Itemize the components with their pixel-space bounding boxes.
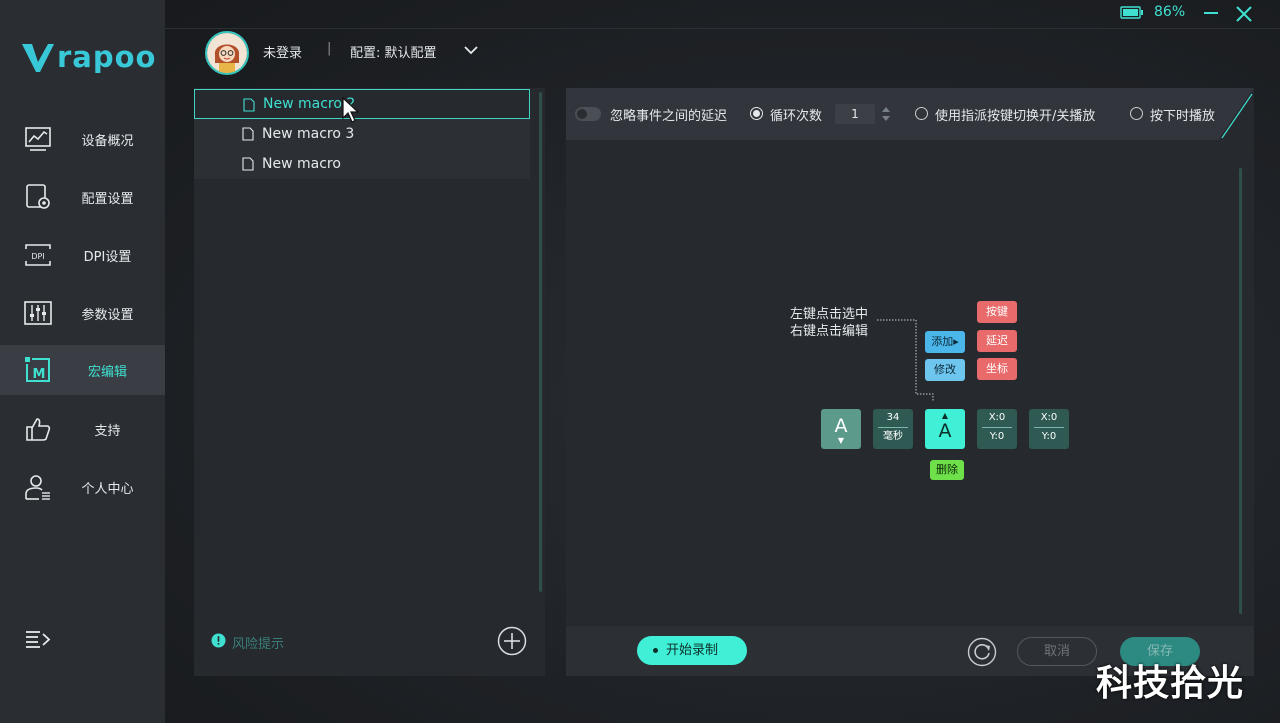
sidebar-item-label: 支持 <box>94 423 121 439</box>
sidebar-item-label: 配置设置 <box>81 191 134 207</box>
toolbar-corner-decoration <box>1218 88 1254 140</box>
toggle-key-radio[interactable] <box>915 107 928 120</box>
cancel-button[interactable]: 取消 <box>1017 637 1097 666</box>
sidebar: rapoo 设备概况 配置设置 DPI DPI设置 参数设置 M 宏编辑 支持 … <box>0 0 165 723</box>
start-recording-button[interactable]: 开始录制 <box>637 636 747 665</box>
watermark-text: 科技拾光 <box>1096 663 1245 704</box>
press-play-label: 按下时播放 <box>1150 109 1216 124</box>
macro-item-new-macro-3[interactable]: New macro 3 <box>194 119 530 149</box>
caret-right-icon: ▸ <box>953 335 959 348</box>
macro-item-label: New macro <box>262 156 341 172</box>
avatar-face-icon <box>207 33 247 73</box>
collapse-menu-icon[interactable] <box>25 628 51 652</box>
sidebar-item-device-overview[interactable]: 设备概况 <box>0 114 165 164</box>
header-separator: | <box>327 41 332 56</box>
modify-menu-button[interactable]: 修改 <box>925 359 965 381</box>
warning-icon <box>211 633 226 648</box>
avatar[interactable] <box>205 31 249 75</box>
macro-block-coord[interactable]: X:0 Y:0 <box>1029 409 1069 449</box>
coord-menu-option[interactable]: 坐标 <box>977 358 1017 380</box>
delay-menu-option[interactable]: 延迟 <box>977 330 1017 352</box>
thumbs-up-icon <box>26 418 51 441</box>
block-delay-value: 34 <box>886 412 900 423</box>
macro-block-coord[interactable]: X:0 Y:0 <box>977 409 1017 449</box>
sidebar-item-label: 参数设置 <box>81 307 134 323</box>
config-settings-icon <box>26 184 50 209</box>
loop-count-input[interactable]: 1 <box>835 104 875 124</box>
brand-name: rapoo <box>57 40 157 74</box>
block-key-label: A <box>834 415 848 437</box>
device-overview-icon <box>25 127 51 151</box>
key-menu-option[interactable]: 按键 <box>977 301 1017 323</box>
macro-item-new-macro-2[interactable]: New macro 2 <box>194 89 530 119</box>
add-macro-icon[interactable] <box>497 626 527 656</box>
svg-text:DPI: DPI <box>31 252 44 261</box>
record-dot-icon <box>653 648 658 653</box>
macro-block-key-down[interactable]: A ▼ <box>821 409 861 449</box>
block-coord-y: Y:0 <box>989 431 1005 442</box>
record-label: 开始录制 <box>666 643 719 658</box>
sliders-icon <box>24 301 52 325</box>
close-icon[interactable] <box>1235 5 1253 23</box>
sidebar-item-dpi[interactable]: DPI DPI设置 <box>0 230 165 280</box>
config-selector[interactable]: 配置: 默认配置 <box>350 42 437 61</box>
sidebar-item-label: 设备概况 <box>81 133 134 149</box>
add-menu-button[interactable]: 添加▸ <box>925 331 965 353</box>
sidebar-item-params[interactable]: 参数设置 <box>0 288 165 338</box>
macro-icon: M <box>25 357 50 382</box>
loop-count-label: 循环次数 <box>770 109 823 124</box>
arrow-up-icon: ▲ <box>941 411 949 420</box>
block-coord-y: Y:0 <box>1041 431 1057 442</box>
sidebar-item-user-center[interactable]: 个人中心 <box>0 462 165 512</box>
file-icon <box>242 127 254 141</box>
battery-level: 86% <box>1154 4 1186 20</box>
refresh-icon[interactable] <box>967 637 997 667</box>
risk-hint-link[interactable]: 风险提示 <box>232 633 284 652</box>
file-icon <box>242 157 254 171</box>
titlebar-divider <box>165 28 1280 29</box>
macro-list-scrollbar[interactable] <box>539 92 542 592</box>
sidebar-item-config-settings[interactable]: 配置设置 <box>0 172 165 222</box>
svg-text:M: M <box>33 367 46 382</box>
sidebar-item-label: DPI设置 <box>83 249 132 265</box>
delete-block-button[interactable]: 删除 <box>930 460 964 480</box>
file-icon <box>243 98 255 112</box>
canvas-scrollbar[interactable] <box>1239 168 1242 614</box>
login-status[interactable]: 未登录 <box>263 42 302 61</box>
battery-icon <box>1120 6 1143 19</box>
block-key-label: A <box>938 420 952 442</box>
mouse-cursor-icon <box>342 96 360 123</box>
block-coord-x: X:0 <box>988 412 1006 423</box>
macro-item-label: New macro 3 <box>262 126 355 142</box>
macro-block-delay[interactable]: 34 毫秒 <box>873 409 913 449</box>
spinner-arrows-icon[interactable] <box>881 105 891 123</box>
add-menu-label: 添加 <box>931 335 954 348</box>
ignore-delay-toggle[interactable] <box>575 107 601 121</box>
minimize-icon[interactable] <box>1203 5 1219 21</box>
sidebar-item-support[interactable]: 支持 <box>0 404 165 454</box>
arrow-down-icon: ▼ <box>837 436 845 445</box>
macro-item-new-macro[interactable]: New macro <box>194 149 530 179</box>
toggle-key-label: 使用指派按键切换开/关播放 <box>935 109 1096 124</box>
sidebar-item-macro-edit[interactable]: M 宏编辑 <box>0 345 165 395</box>
block-coord-x: X:0 <box>1040 412 1058 423</box>
dpi-icon: DPI <box>25 244 51 266</box>
block-delay-unit: 毫秒 <box>883 431 903 442</box>
sidebar-item-label: 宏编辑 <box>87 364 127 380</box>
press-play-radio[interactable] <box>1130 107 1143 120</box>
loop-count-radio[interactable] <box>750 107 763 120</box>
user-center-icon <box>25 475 50 500</box>
ignore-delay-label: 忽略事件之间的延迟 <box>610 109 728 124</box>
hint-right-click: 右键点击编辑 <box>790 324 869 339</box>
macro-block-key-up[interactable]: ▲ A <box>925 409 965 449</box>
sidebar-item-label: 个人中心 <box>81 481 134 497</box>
chevron-down-icon[interactable] <box>463 43 479 57</box>
